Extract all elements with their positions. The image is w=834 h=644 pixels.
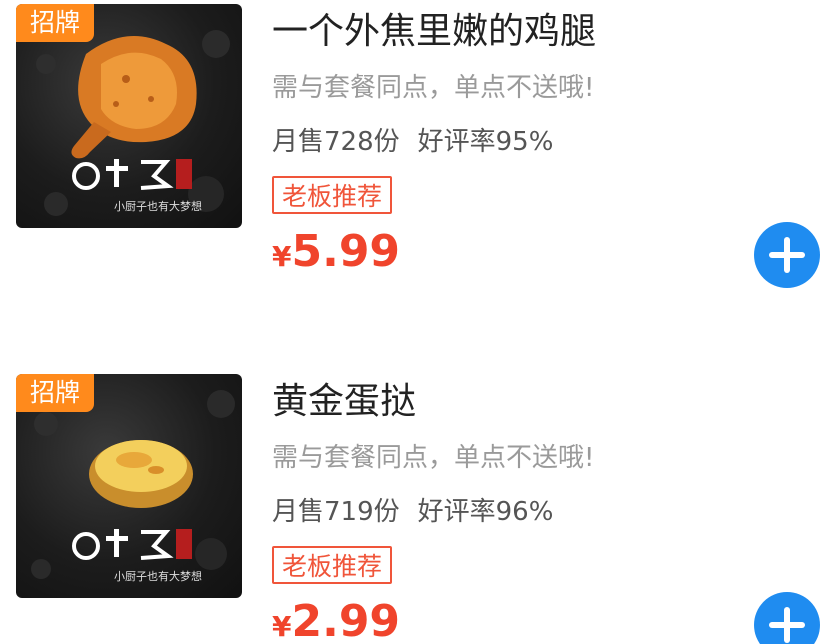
product-note: 需与套餐同点，单点不送哦! [272, 73, 595, 103]
product-thumbnail[interactable]: 小厨子也有大梦想 招牌 [16, 4, 242, 228]
recommend-tag: 老板推荐 [272, 176, 393, 214]
product-stats: 月售719份 好评率96% [272, 494, 553, 530]
rating: 好评率95% [417, 127, 554, 157]
price-value: 5.99 [291, 226, 401, 277]
signature-badge: 招牌 [16, 4, 94, 42]
monthly-sales: 月售728份 [272, 127, 400, 157]
price-value: 2.99 [291, 596, 401, 644]
product-item[interactable]: 小厨子也有大梦想 招牌 一个外焦里嫩的鸡腿 需与套餐同点，单点不送哦! 月售72… [0, 0, 834, 300]
price: ¥5.99 [272, 224, 400, 289]
product-name[interactable]: 黄金蛋挞 [272, 380, 416, 424]
product-list: 小厨子也有大梦想 招牌 一个外焦里嫩的鸡腿 需与套餐同点，单点不送哦! 月售72… [0, 0, 834, 644]
add-to-cart-button[interactable] [754, 222, 820, 288]
price: ¥2.99 [272, 594, 400, 644]
add-to-cart-button[interactable] [754, 592, 820, 644]
recommend-tag: 老板推荐 [272, 546, 393, 584]
svg-text:小厨子也有大梦想: 小厨子也有大梦想 [114, 199, 202, 213]
product-thumbnail[interactable]: 小厨子也有大梦想 招牌 [16, 374, 242, 598]
svg-text:小厨子也有大梦想: 小厨子也有大梦想 [114, 569, 202, 583]
signature-badge: 招牌 [16, 374, 94, 412]
monthly-sales: 月售719份 [272, 497, 400, 527]
currency-symbol: ¥ [272, 610, 292, 643]
product-item[interactable]: 小厨子也有大梦想 招牌 黄金蛋挞 需与套餐同点，单点不送哦! 月售719份 好评率… [0, 370, 834, 644]
rating: 好评率96% [417, 497, 554, 527]
product-name[interactable]: 一个外焦里嫩的鸡腿 [272, 10, 596, 54]
currency-symbol: ¥ [272, 240, 292, 273]
product-stats: 月售728份 好评率95% [272, 124, 553, 160]
product-note: 需与套餐同点，单点不送哦! [272, 443, 595, 473]
